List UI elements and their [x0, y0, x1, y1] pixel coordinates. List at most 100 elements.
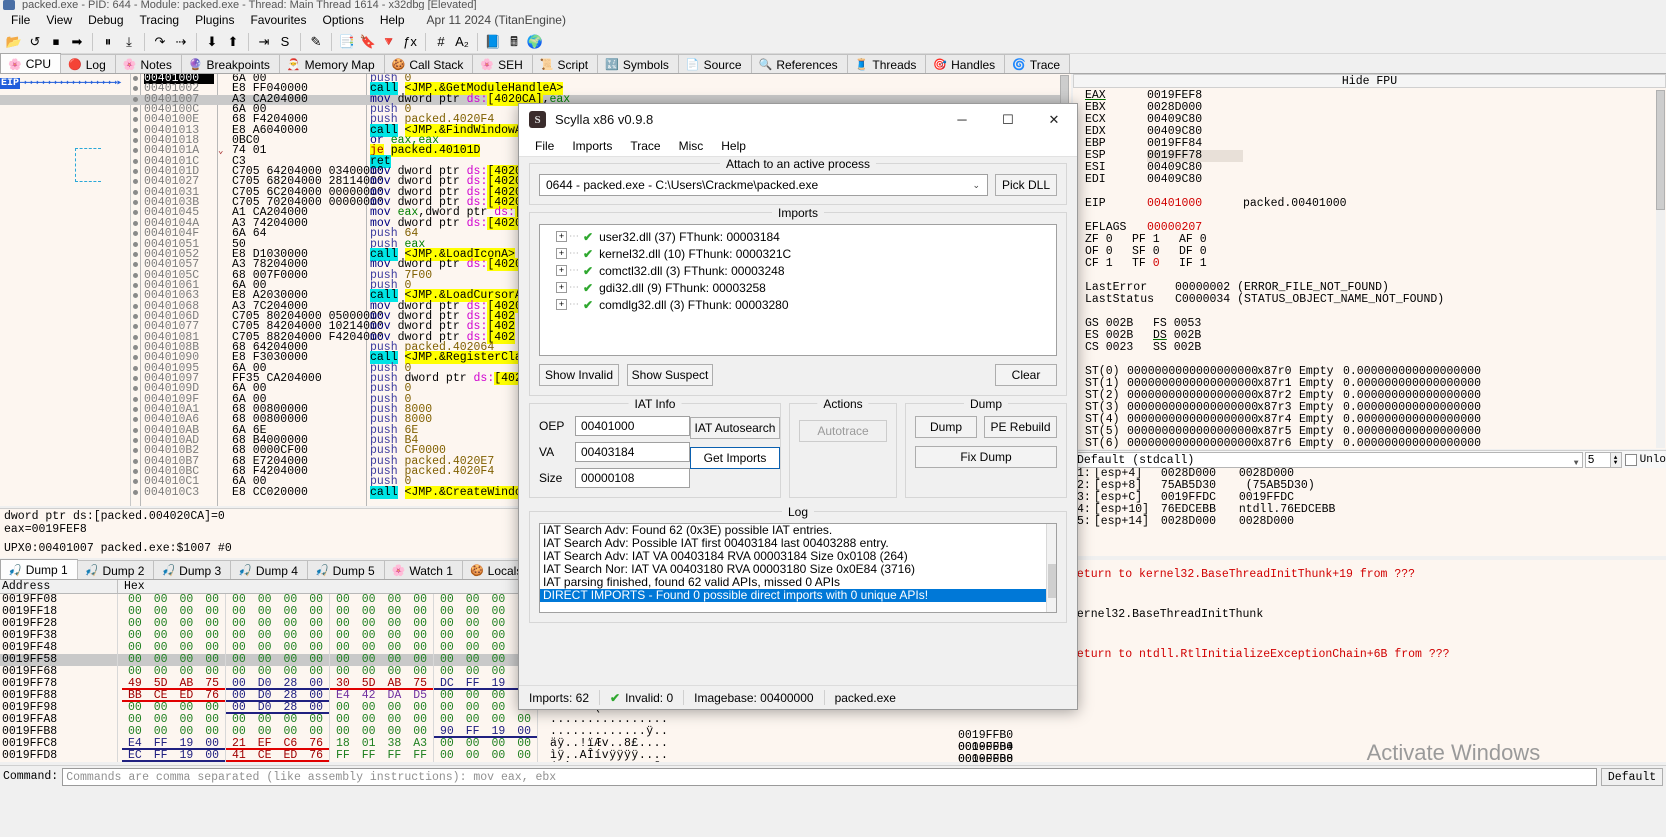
fix-dump-button[interactable]: Fix Dump [915, 446, 1057, 468]
scylla-menu-trace[interactable]: Trace [621, 137, 669, 155]
minimize-icon[interactable]: ─ [939, 104, 985, 135]
log-icon[interactable]: 📑 [337, 32, 357, 52]
tab-notes[interactable]: 🌸 Notes [114, 54, 182, 73]
breakpoint-dot-icon[interactable] [133, 438, 138, 444]
breakpoint-dot-icon[interactable] [133, 282, 138, 288]
step-down-icon[interactable]: ⬇ [202, 32, 222, 52]
tab-seh[interactable]: 🌸 SEH [472, 54, 533, 73]
step-over-icon[interactable]: ↷ [150, 32, 170, 52]
breakpoint-dot-icon[interactable] [133, 231, 138, 237]
breakpoint-dot-icon[interactable] [133, 158, 138, 164]
close-icon[interactable]: ✕ [1031, 104, 1077, 135]
dump-tab-watch-1[interactable]: 🌸 Watch 1 [383, 560, 463, 579]
pause-icon[interactable]: ⏸ [98, 32, 118, 52]
breakpoint-dot-icon[interactable] [133, 96, 138, 102]
dump-tab-dump-1[interactable]: 🎣 Dump 1 [0, 559, 78, 579]
menu-favourites[interactable]: Favourites [242, 11, 314, 29]
expand-icon[interactable]: + [556, 265, 567, 276]
breakpoint-dot-icon[interactable] [133, 458, 138, 464]
command-default-button[interactable]: Default [1601, 767, 1663, 786]
breakpoint-dot-icon[interactable] [133, 334, 138, 340]
arg-count-stepper[interactable]: ▲ ▼ [1610, 451, 1622, 468]
stack-comment-row[interactable]: kernel32.BaseThreadInitThunk [1066, 605, 1666, 625]
pick-dll-button[interactable]: Pick DLL [995, 174, 1057, 196]
breakpoint-dot-icon[interactable] [133, 220, 138, 226]
segment-ss[interactable]: SS 002B [1153, 342, 1221, 354]
breakpoint-dot-icon[interactable] [133, 375, 138, 381]
breakpoint-dot-icon[interactable] [133, 386, 138, 392]
flag-if[interactable]: IF 1 [1179, 258, 1226, 270]
register-row-eip[interactable]: EIP 00401000 packed.00401000 [1073, 198, 1666, 210]
command-input[interactable]: Commands are comma separated (like assem… [62, 767, 1597, 786]
pe-rebuild-button[interactable]: PE Rebuild [984, 416, 1057, 438]
dump-tab-dump-5[interactable]: 🎣 Dump 5 [306, 560, 385, 579]
segment-cs[interactable]: CS 0023 [1085, 342, 1153, 354]
breakpoint-dot-icon[interactable] [133, 169, 138, 175]
unlock-checkbox[interactable] [1624, 453, 1637, 466]
breakpoint-dot-icon[interactable] [133, 127, 138, 133]
breakpoint-dot-icon[interactable] [133, 138, 138, 144]
flags-row[interactable]: ZF 0 PF 1 AF 0 [1073, 234, 1666, 246]
registers-scrollbar[interactable] [1656, 90, 1665, 448]
breakpoint-dot-icon[interactable] [133, 355, 138, 361]
breakpoint-dot-icon[interactable] [133, 407, 138, 412]
flag-cf[interactable]: CF 1 [1085, 258, 1132, 270]
open-icon[interactable]: 📂 [4, 32, 24, 52]
registers-view[interactable]: Hide FPU EAX 0019FEF8 EBX 0028D000 ECX 00409C… [1073, 74, 1666, 449]
scylla-dialog[interactable]: S Scylla x86 v0.9.8 ─ ☐ ✕ File Imports T… [518, 103, 1078, 710]
menu-file[interactable]: File [3, 11, 38, 29]
breakpoint-dot-icon[interactable] [133, 251, 138, 257]
laststatus-row[interactable]: LastStatus C0000034 (STATUS_OBJECT_NAME_N… [1073, 294, 1666, 306]
tab-memory-map[interactable]: 🎅 Memory Map [278, 54, 385, 73]
scylla-menu-misc[interactable]: Misc [670, 137, 713, 155]
stack-comment-view[interactable]: return to kernel32.BaseThreadInitThunk+1… [1066, 560, 1666, 762]
scylla-icon[interactable]: S [275, 32, 295, 52]
breakpoint-dot-icon[interactable] [133, 86, 138, 92]
breakpoint-dot-icon[interactable] [133, 262, 138, 268]
math-icon[interactable]: ƒx [400, 32, 420, 52]
breakpoint-dot-icon[interactable] [133, 272, 138, 278]
menu-options[interactable]: Options [314, 11, 371, 29]
flags-row[interactable]: OF 0 SF 0 DF 0 [1073, 246, 1666, 258]
log-list[interactable]: IAT Search Adv: Found 62 (0x3E) possible… [539, 523, 1057, 613]
log-scrollbar[interactable] [1046, 524, 1056, 612]
breakpoint-dot-icon[interactable] [133, 148, 138, 154]
globe-icon[interactable]: 🌍 [525, 32, 545, 52]
stack-arg-row[interactable]: 5: [esp+14] 0028D000 0028D000 [1073, 516, 1666, 528]
flag-tf[interactable]: TF 0 [1132, 258, 1179, 270]
hash-icon[interactable]: # [431, 32, 451, 52]
breakpoint-dot-icon[interactable] [133, 76, 138, 81]
calc-icon[interactable]: 🖩 [504, 32, 524, 52]
tab-call-stack[interactable]: 🍪 Call Stack [383, 54, 474, 73]
segment-row[interactable]: CS 0023 SS 002B [1073, 342, 1666, 354]
breakpoint-dot-icon[interactable] [133, 448, 138, 454]
va-input[interactable]: 00403184 [575, 442, 690, 462]
maximize-icon[interactable]: ☐ [985, 104, 1031, 135]
stop-icon[interactable]: ⏹ [46, 32, 66, 52]
breakpoint-icon[interactable]: 🔻 [379, 32, 399, 52]
expand-icon[interactable]: + [556, 282, 567, 293]
registers-scroll-thumb[interactable] [1656, 90, 1665, 210]
hide-fpu-button[interactable]: Hide FPU [1073, 74, 1666, 88]
imports-tree[interactable]: + ⋯ ✔ user32.dll (37) FThunk: 00003184 + ⋯ ✔ ke… [539, 224, 1057, 356]
breakpoint-dot-icon[interactable] [133, 210, 138, 216]
breakpoint-dot-icon[interactable] [133, 365, 138, 371]
stack-comment-row[interactable]: return to ntdll.RtlInitializeExceptionCh… [1066, 645, 1666, 665]
imports-tree-row[interactable]: + ⋯ ✔ gdi32.dll (9) FThunk: 00003258 [542, 279, 1054, 296]
iat-autosearch-button[interactable]: IAT Autosearch [690, 417, 780, 439]
notes-icon[interactable]: 🔖 [358, 32, 378, 52]
dump-tab-dump-4[interactable]: 🎣 Dump 4 [230, 560, 308, 579]
font-icon[interactable]: A₂ [452, 32, 472, 52]
breakpoint-dot-icon[interactable] [133, 489, 138, 495]
tab-log[interactable]: 🔴 Log [60, 54, 116, 73]
get-imports-button[interactable]: Get Imports [690, 447, 780, 469]
register-row-edi[interactable]: EDI 00409C80 [1073, 174, 1666, 186]
expand-icon[interactable]: + [556, 248, 567, 259]
breakpoint-dot-icon[interactable] [133, 117, 138, 123]
menu-view[interactable]: View [38, 11, 80, 29]
menu-plugins[interactable]: Plugins [187, 11, 242, 29]
log-scroll-thumb[interactable] [1048, 564, 1056, 598]
patch-icon[interactable]: ✎ [306, 32, 326, 52]
breakpoint-dot-icon[interactable] [133, 303, 138, 309]
breakpoint-dot-icon[interactable] [133, 324, 138, 330]
